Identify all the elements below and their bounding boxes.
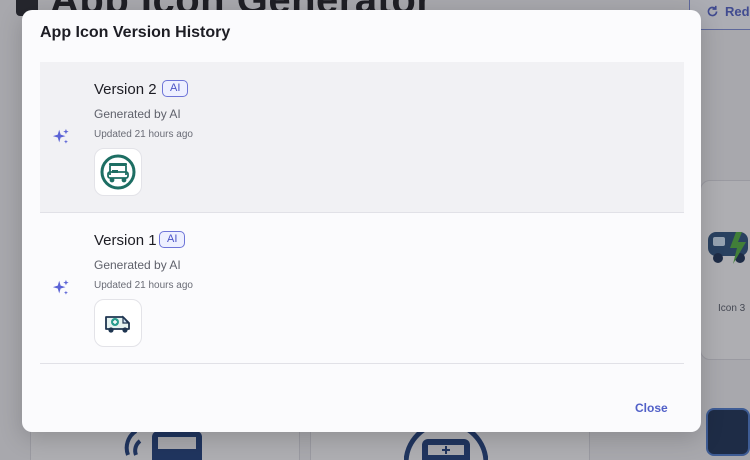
modal-title: App Icon Version History	[40, 24, 231, 41]
version-name: Version 2	[94, 81, 157, 98]
version-name: Version 1	[94, 232, 157, 249]
version-updated-time: Updated 21 hours ago	[94, 129, 193, 140]
sparkle-icon	[52, 128, 69, 144]
golf-cart-icon	[100, 154, 136, 190]
close-button[interactable]: Close	[635, 401, 668, 415]
version-description: Generated by AI	[94, 107, 181, 121]
sparkle-icon	[52, 279, 69, 295]
version-thumbnail[interactable]	[94, 299, 142, 347]
version-thumbnail[interactable]	[94, 148, 142, 196]
version-description: Generated by AI	[94, 258, 181, 272]
version-row-2[interactable]: Version 2 AI Generated by AI Updated 21 …	[40, 62, 684, 213]
ai-badge: AI	[162, 80, 189, 97]
van-icon	[105, 315, 130, 333]
ai-badge: AI	[159, 231, 186, 248]
version-row-1[interactable]: Version 1 AI Generated by AI Updated 21 …	[40, 213, 684, 364]
version-history-modal: App Icon Version History Version 2 AI Ge…	[22, 10, 701, 432]
version-updated-time: Updated 21 hours ago	[94, 280, 193, 291]
